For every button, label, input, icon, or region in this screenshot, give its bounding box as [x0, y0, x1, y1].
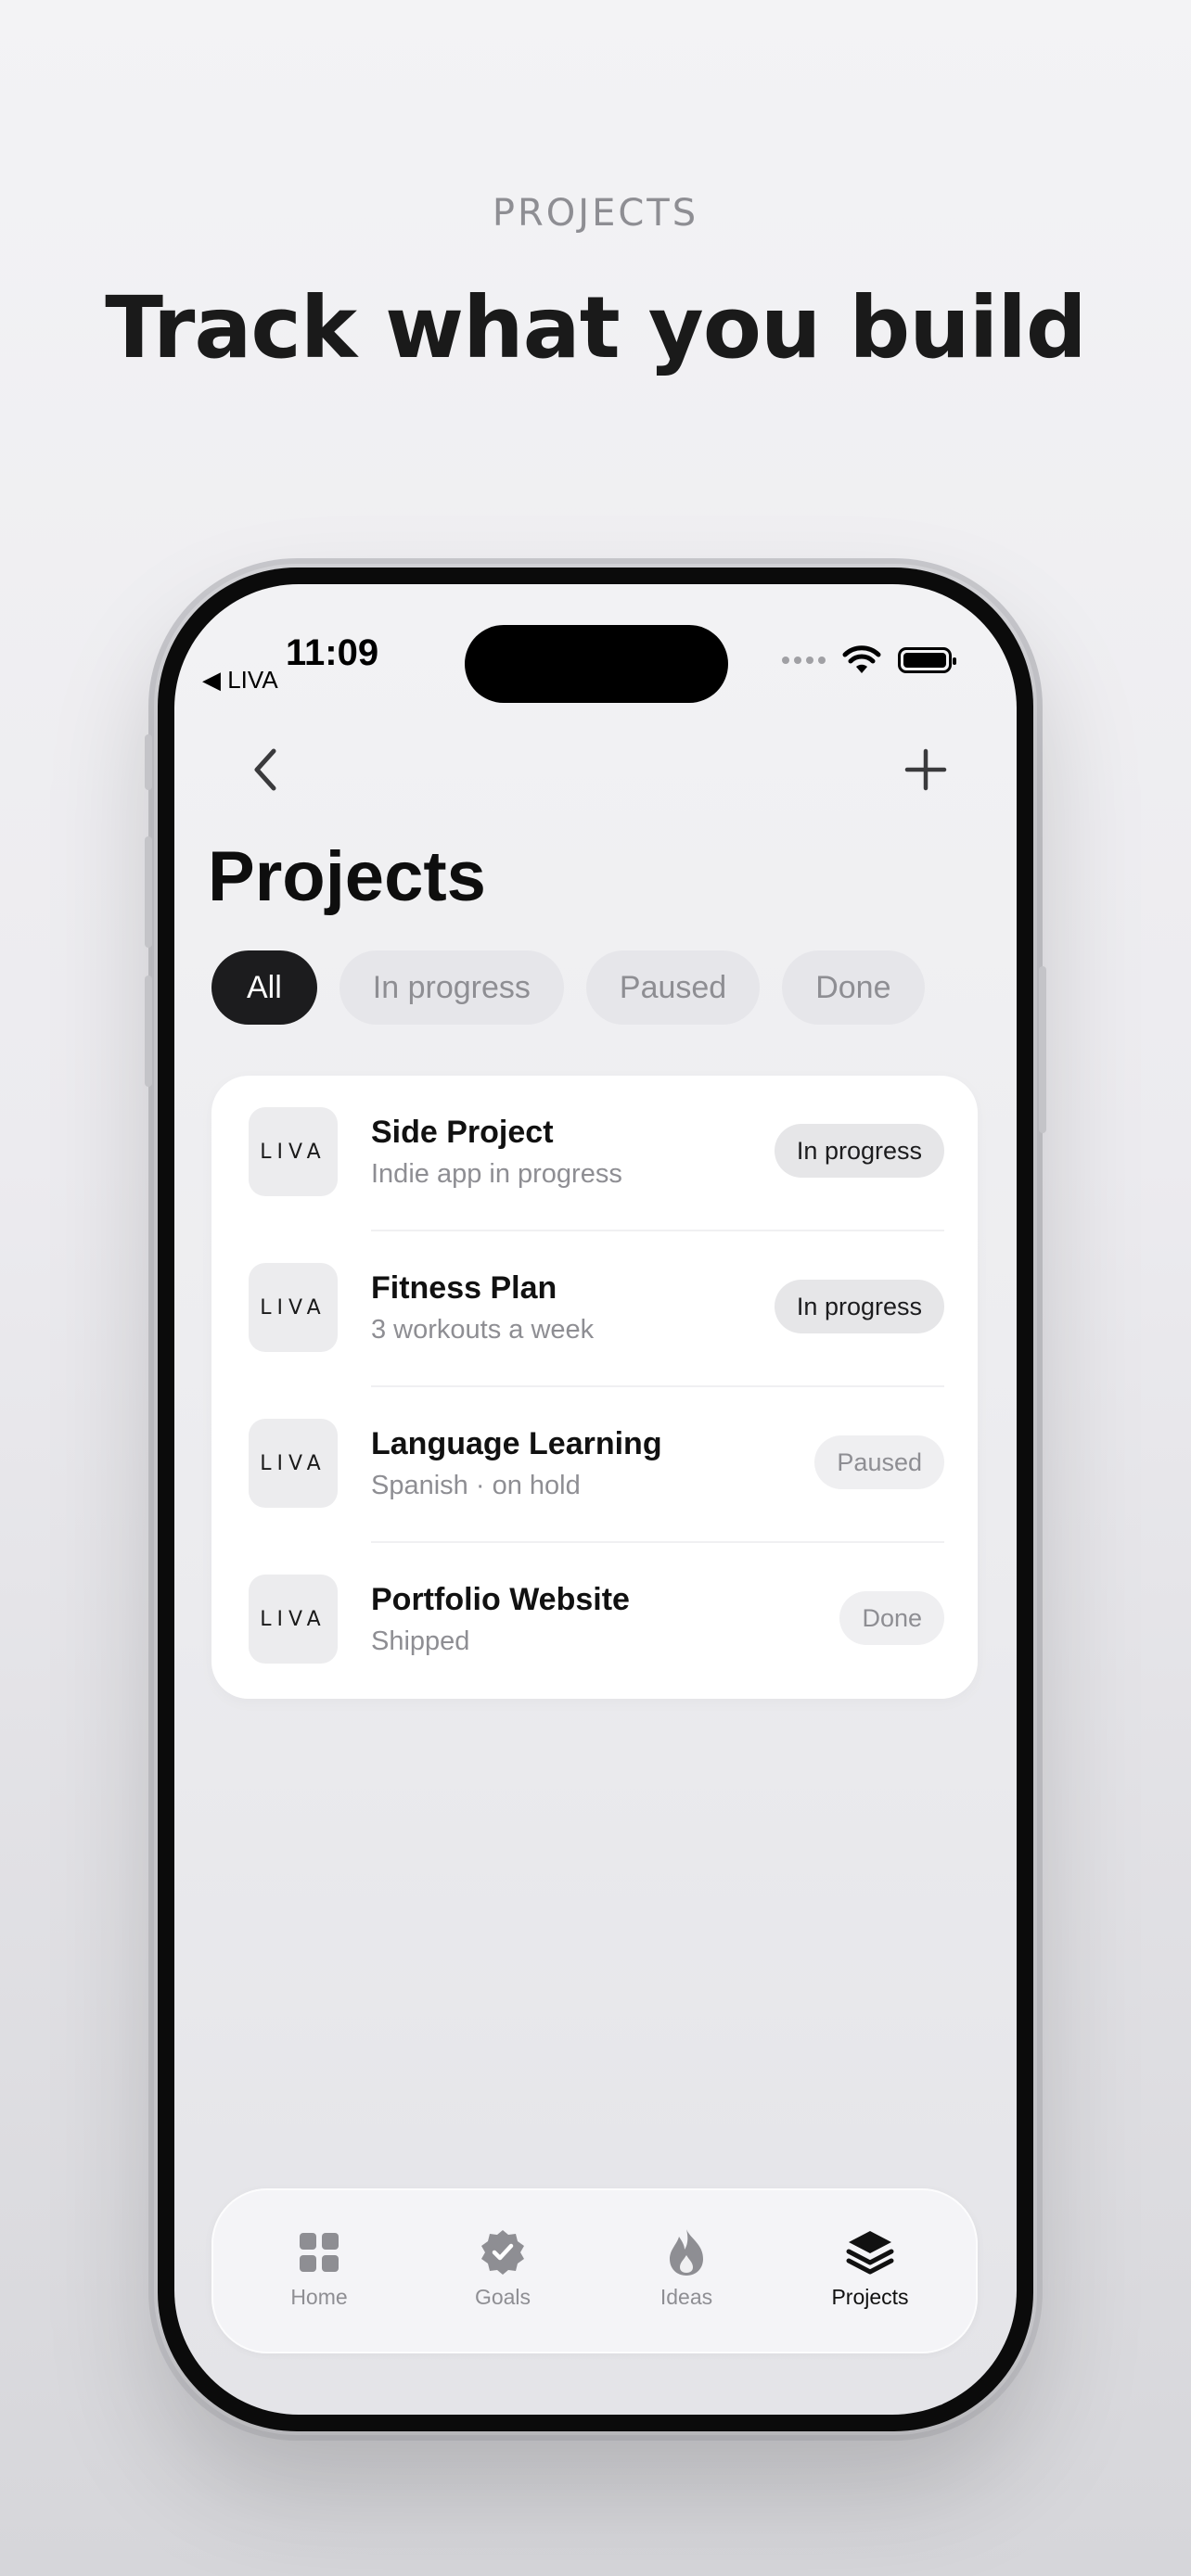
layers-icon — [846, 2231, 894, 2275]
project-logo: LIVA — [249, 1263, 338, 1352]
status-indicators — [782, 645, 956, 675]
status-badge: In progress — [774, 1280, 944, 1333]
filter-chip-in-progress[interactable]: In progress — [339, 950, 564, 1025]
status-badge: Done — [839, 1591, 944, 1645]
list-item[interactable]: LIVA Portfolio Website Shipped Done — [211, 1543, 978, 1699]
tab-label: Ideas — [660, 2285, 713, 2309]
plus-icon — [904, 748, 947, 791]
phone-frame: 11:09 ◀ LIVA Projects All In progress Pa… — [145, 567, 1046, 2431]
project-title: Portfolio Website — [371, 1582, 630, 1617]
list-item[interactable]: LIVA Language Learning Spanish · on hold… — [211, 1387, 978, 1543]
tab-bar: Home Goals Ideas Projects — [211, 2188, 978, 2353]
list-item[interactable]: LIVA Fitness Plan 3 workouts a week In p… — [211, 1231, 978, 1387]
tab-home[interactable]: Home — [245, 2227, 393, 2310]
signal-icon — [782, 657, 826, 664]
chevron-left-icon — [254, 748, 276, 791]
project-logo: LIVA — [249, 1419, 338, 1508]
project-subtitle: 3 workouts a week — [371, 1315, 595, 1345]
headline: Track what you build — [105, 278, 1086, 377]
status-badge: In progress — [774, 1124, 944, 1178]
filter-chip-paused[interactable]: Paused — [585, 950, 761, 1025]
status-time: 11:09 — [286, 632, 379, 673]
status-badge: Paused — [814, 1435, 944, 1489]
project-logo: LIVA — [249, 1575, 338, 1664]
volume-up-button — [145, 836, 152, 948]
dynamic-island — [465, 625, 728, 703]
project-title: Side Project — [371, 1115, 554, 1150]
tab-projects[interactable]: Projects — [796, 2227, 944, 2310]
project-subtitle: Spanish · on hold — [371, 1471, 581, 1500]
action-button — [145, 734, 152, 790]
wifi-icon — [842, 645, 881, 673]
tab-label: Goals — [474, 2285, 531, 2309]
back-button[interactable] — [237, 742, 293, 797]
project-title: Language Learning — [371, 1426, 662, 1461]
project-subtitle: Indie app in progress — [371, 1159, 622, 1189]
projects-list: LIVA Side Project Indie app in progress … — [211, 1076, 978, 1699]
tab-label: Projects — [831, 2285, 909, 2309]
add-project-button[interactable] — [898, 742, 954, 797]
grid-icon — [300, 2233, 339, 2272]
page-title: Projects — [208, 837, 486, 916]
project-subtitle: Shipped — [371, 1626, 470, 1656]
project-logo: LIVA — [249, 1107, 338, 1196]
filter-chip-done[interactable]: Done — [782, 950, 925, 1025]
tab-ideas[interactable]: Ideas — [612, 2227, 761, 2310]
eyebrow-label: PROJECTS — [492, 192, 699, 235]
badge-check-icon — [481, 2230, 524, 2275]
filter-chip-all[interactable]: All — [211, 950, 317, 1025]
battery-icon — [898, 647, 956, 673]
power-button — [1039, 966, 1046, 1133]
list-item[interactable]: LIVA Side Project Indie app in progress … — [211, 1076, 978, 1231]
tab-label: Home — [290, 2285, 348, 2309]
tab-goals[interactable]: Goals — [429, 2227, 577, 2310]
back-to-app-link[interactable]: ◀ LIVA — [202, 666, 278, 695]
screen: 11:09 ◀ LIVA Projects All In progress Pa… — [174, 584, 1017, 2415]
volume-down-button — [145, 976, 152, 1087]
flame-icon — [670, 2229, 703, 2276]
project-title: Fitness Plan — [371, 1270, 557, 1306]
filter-chips: All In progress Paused Done — [211, 950, 925, 1025]
